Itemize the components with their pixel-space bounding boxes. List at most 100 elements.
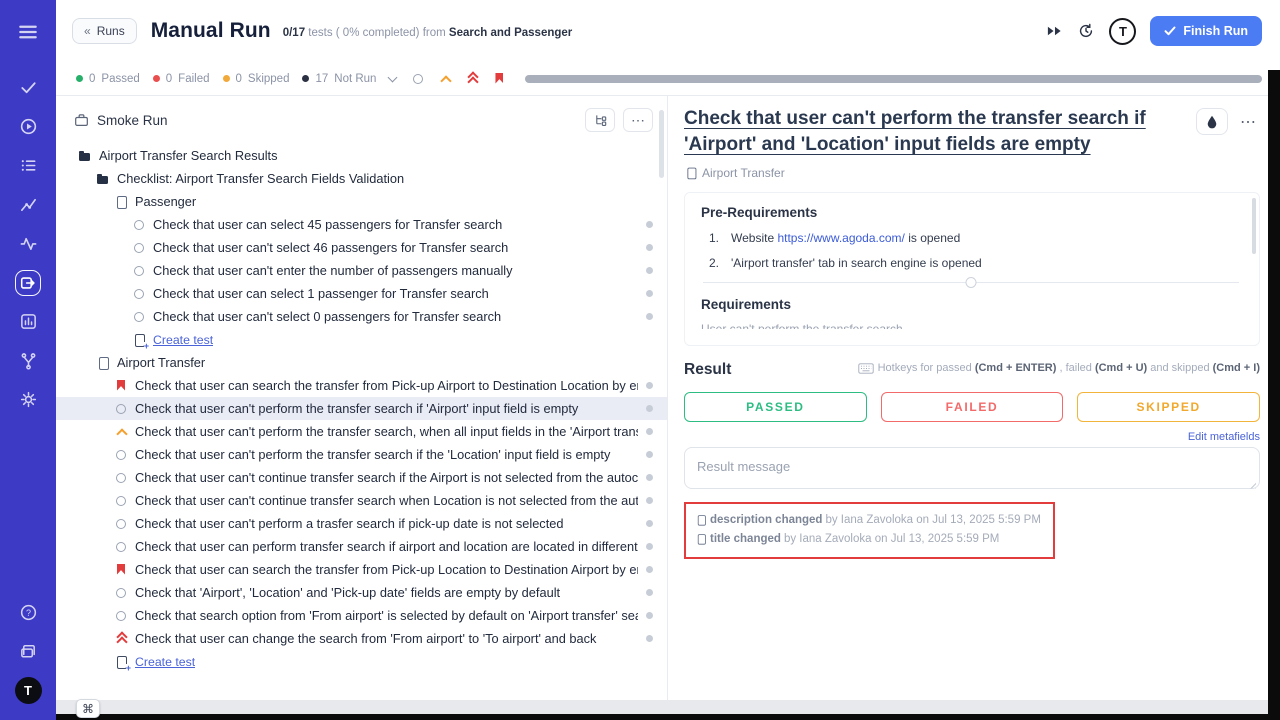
description-scrollbar-thumb[interactable]: [1252, 198, 1256, 254]
row-status-dot: [646, 474, 653, 481]
row-label: Check that user can't select 0 passenger…: [153, 309, 638, 324]
tree-row[interactable]: Check that user can't continue transfer …: [56, 466, 667, 489]
row-status-dot: [646, 428, 653, 435]
tree-row[interactable]: Check that user can't select 0 passenger…: [56, 305, 667, 328]
row-status-dot: [646, 405, 653, 412]
sidebar-item-projects[interactable]: [0, 632, 56, 671]
water-drop-button[interactable]: [1196, 108, 1228, 135]
tree-row[interactable]: Airport Transfer: [56, 351, 667, 374]
sidebar-item-insights[interactable]: [0, 185, 56, 224]
circle-icon: [114, 471, 128, 485]
sidebar-item-activity[interactable]: [0, 224, 56, 263]
app-window: ? T « Runs Manual Run 0/17 tests ( 0% co…: [0, 0, 1280, 720]
tree-row[interactable]: Check that user can't enter the number o…: [56, 259, 667, 282]
case-more-button[interactable]: ⋯: [1236, 110, 1260, 134]
tree-row[interactable]: Check that user can change the search fr…: [56, 627, 667, 650]
row-label: Checklist: Airport Transfer Search Field…: [117, 171, 645, 186]
tree-row[interactable]: Check that user can search the transfer …: [56, 374, 667, 397]
window-edge-right: [1268, 70, 1280, 714]
run-header: « Runs Manual Run 0/17 tests ( 0% comple…: [56, 0, 1280, 62]
filter-severity-high-icon[interactable]: [465, 72, 479, 86]
fast-forward-button[interactable]: [1046, 24, 1063, 38]
tree-row[interactable]: Airport Transfer Search Results: [56, 144, 667, 167]
agoda-link[interactable]: https://www.agoda.com/: [777, 231, 904, 245]
history-timer-button[interactable]: [1077, 22, 1095, 40]
passed-dot-icon: [76, 75, 83, 82]
row-status-dot: [646, 382, 653, 389]
sidebar: ? T: [0, 0, 56, 720]
skipped-button[interactable]: SKIPPED: [1077, 392, 1260, 422]
tree-row[interactable]: Check that user can't perform the transf…: [56, 420, 667, 443]
tree-row[interactable]: Checklist: Airport Transfer Search Field…: [56, 167, 667, 190]
circle-icon: [114, 402, 128, 416]
edit-metafields-link[interactable]: Edit metafields: [1188, 431, 1260, 443]
tree-row[interactable]: Check that 'Airport', 'Location' and 'Pi…: [56, 581, 667, 604]
svg-text:?: ?: [25, 608, 30, 618]
row-status-dot: [646, 589, 653, 596]
failed-dot-icon: [153, 75, 160, 82]
filter-severity-normal-icon[interactable]: [438, 72, 452, 86]
tree-row[interactable]: Check that user can select 1 passenger f…: [56, 282, 667, 305]
row-label: Check that user can't select 46 passenge…: [153, 240, 638, 255]
sidebar-item-test-cases[interactable]: [0, 146, 56, 185]
sidebar-item-run[interactable]: [0, 107, 56, 146]
sidebar-item-settings[interactable]: [0, 380, 56, 419]
back-label: Runs: [97, 24, 125, 38]
tree-row[interactable]: Check that user can't select 46 passenge…: [56, 236, 667, 259]
user-avatar[interactable]: T: [1109, 18, 1136, 45]
filter-notrun-icon[interactable]: [411, 72, 425, 86]
row-label: Check that user can perform transfer sea…: [135, 539, 638, 554]
tree-row[interactable]: Create test: [56, 328, 667, 351]
tree-row[interactable]: Passenger: [56, 190, 667, 213]
tree-more-button[interactable]: ⋯: [623, 108, 653, 132]
sidebar-item-help[interactable]: ?: [0, 593, 56, 632]
folders-icon: [19, 642, 38, 661]
row-label: Check that user can't perform the transf…: [135, 401, 638, 416]
command-key-badge[interactable]: ⌘: [76, 699, 100, 718]
passed-button[interactable]: PASSED: [684, 392, 867, 422]
trend-chart-icon: [19, 195, 38, 214]
tree-row[interactable]: Check that user can't continue transfer …: [56, 489, 667, 512]
avatar: T: [15, 677, 42, 704]
sidebar-item-dashboard[interactable]: [0, 302, 56, 341]
file-icon: [695, 534, 706, 545]
row-label: Check that user can't perform the transf…: [135, 447, 638, 462]
sidebar-item-test-runs[interactable]: [0, 263, 56, 302]
passed-count: 0Passed: [76, 73, 140, 85]
row-status-dot: [646, 221, 653, 228]
circle-icon: [132, 287, 146, 301]
skipped-count: 0Skipped: [223, 73, 290, 85]
menu-icon[interactable]: [0, 12, 56, 52]
circle-icon: [114, 586, 128, 600]
sidebar-item-checks[interactable]: [0, 68, 56, 107]
circle-icon: [114, 540, 128, 554]
row-status-dot: [646, 290, 653, 297]
tree-row[interactable]: Check that user can search the transfer …: [56, 558, 667, 581]
file-icon: [96, 356, 110, 370]
chevron-down-icon[interactable]: [388, 72, 398, 82]
result-message-input[interactable]: [684, 447, 1260, 489]
tree-row[interactable]: Create test: [56, 650, 667, 673]
finish-run-button[interactable]: Finish Run: [1150, 16, 1262, 46]
tree-row[interactable]: Check that user can perform transfer sea…: [56, 535, 667, 558]
sidebar-item-branches[interactable]: [0, 341, 56, 380]
row-label: Check that user can't perform a trasfer …: [135, 516, 638, 531]
circle-icon: [132, 218, 146, 232]
tree-row[interactable]: Check that user can select 45 passengers…: [56, 213, 667, 236]
tree-row[interactable]: Check that search option from 'From airp…: [56, 604, 667, 627]
row-label: Airport Transfer: [117, 355, 645, 370]
failed-button[interactable]: FAILED: [881, 392, 1064, 422]
tree-row[interactable]: Check that user can't perform the transf…: [56, 397, 667, 420]
sidebar-user-avatar[interactable]: T: [0, 671, 56, 710]
section-divider[interactable]: [703, 282, 1239, 283]
file-icon: [695, 515, 706, 526]
back-to-runs-button[interactable]: « Runs: [72, 18, 137, 44]
play-circle-icon: [19, 117, 38, 136]
tree-row[interactable]: Check that user can't perform the transf…: [56, 443, 667, 466]
tree-view-button[interactable]: [585, 108, 615, 132]
case-title[interactable]: Check that user can't perform the transf…: [684, 106, 1196, 158]
tree-scrollbar-thumb[interactable]: [659, 110, 664, 178]
filter-flag-icon[interactable]: [492, 72, 506, 86]
page-title: Manual Run: [151, 19, 271, 43]
tree-row[interactable]: Check that user can't perform a trasfer …: [56, 512, 667, 535]
